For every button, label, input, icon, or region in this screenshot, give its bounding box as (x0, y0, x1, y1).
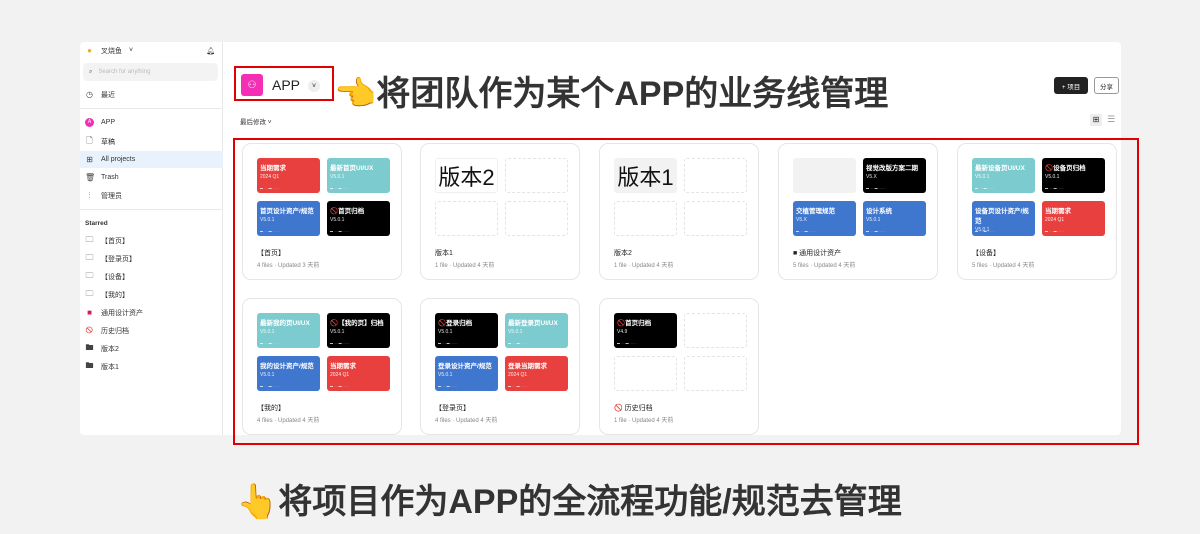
sidebar-item-admin[interactable]: ⫶ 管理员 (80, 187, 223, 204)
share-button[interactable]: 分享 (1094, 77, 1119, 94)
bell-icon[interactable]: 🔔︎ (206, 47, 215, 55)
grid-icon: ⊞ (86, 155, 93, 164)
sidebar-item-label: 历史归档 (101, 327, 129, 335)
folder-outline-icon: 🗀 (85, 288, 94, 298)
sidebar-item-label: 【我的】 (101, 291, 129, 299)
search-icon: ⌕ (89, 68, 93, 75)
folder-icon: 🖿 (85, 342, 94, 352)
starred-heading: Starred (80, 215, 223, 232)
prohibited-icon: 🚫 (85, 328, 94, 334)
workspace-name: 叉烧鱼 (101, 47, 122, 55)
folder-outline-icon: 🗀 (85, 252, 94, 262)
sidebar: ● 叉烧鱼 ˅ 🔔︎ ⌕ Search for anything ◷ 最近 A APP … (80, 42, 223, 435)
sidebar-item-recent[interactable]: ◷ 最近 (80, 86, 223, 103)
team-avatar-icon: A (85, 118, 94, 127)
sidebar-item-drafts[interactable]: 🗋 草稿 (80, 133, 223, 150)
team-switcher[interactable]: A APP (80, 114, 223, 131)
workspace-switcher[interactable]: ● 叉烧鱼 ˅ 🔔︎ (80, 42, 223, 59)
sidebar-starred-item[interactable]: ■ 通用设计资产 (80, 304, 223, 321)
sidebar-item-trash[interactable]: 🗑︎ Trash (80, 169, 223, 186)
sidebar-item-label: 【首页】 (101, 237, 129, 245)
sidebar-starred-item[interactable]: 🖿 版本2 (80, 340, 223, 357)
section-label: Starred (85, 220, 108, 227)
sidebar-item-label: 最近 (101, 91, 115, 99)
sidebar-item-label: 【登录页】 (101, 255, 136, 263)
sidebar-item-label: 草稿 (101, 138, 115, 146)
clock-icon: ◷ (86, 90, 93, 99)
file-icon: 🗋 (86, 135, 93, 145)
sort-dropdown[interactable]: 最后修改 ˅ (240, 116, 272, 126)
sidebar-starred-item[interactable]: 🖿 版本1 (80, 358, 223, 375)
sidebar-item-label: 通用设计资产 (101, 309, 143, 317)
highlight-box (233, 138, 1139, 445)
sidebar-item-label: 管理员 (101, 192, 122, 200)
annotation-top: 👈将团队作为某个APP的业务线管理 (334, 75, 889, 113)
red-square-icon: ■ (87, 308, 92, 317)
divider (80, 108, 223, 109)
list-view-icon[interactable]: ☰ (1107, 114, 1115, 125)
search-placeholder: Search for anything (98, 69, 151, 75)
sidebar-item-label: All projects (101, 156, 136, 163)
sidebar-item-label: 版本2 (101, 345, 119, 353)
folder-outline-icon: 🗀 (85, 270, 94, 280)
sidebar-item-label: 版本1 (101, 363, 119, 371)
new-project-button[interactable]: + 项目 (1054, 77, 1088, 94)
sidebar-starred-item[interactable]: 🗀 【首页】 (80, 232, 223, 249)
trash-icon: 🗑︎ (85, 173, 96, 182)
team-name: APP (101, 119, 116, 126)
sidebar-starred-item[interactable]: 🗀 【我的】 (80, 286, 223, 303)
grid-view-icon[interactable]: ⊞ (1090, 114, 1102, 126)
sidebar-starred-item[interactable]: 🚫 历史归档 (80, 322, 223, 339)
chevron-down-icon: ˅ (129, 47, 134, 54)
sidebar-starred-item[interactable]: 🗀 【登录页】 (80, 250, 223, 267)
search-input[interactable]: ⌕ Search for anything (83, 63, 218, 81)
sidebar-item-label: Trash (101, 174, 119, 181)
sidebar-starred-item[interactable]: 🗀 【设备】 (80, 268, 223, 285)
divider (80, 209, 223, 210)
annotation-bottom: 👆将项目作为APP的全流程功能/规范去管理 (236, 483, 902, 521)
folder-icon: 🖿 (85, 360, 94, 370)
folder-outline-icon: 🗀 (85, 234, 94, 244)
sidebar-item-label: 【设备】 (101, 273, 129, 281)
sliders-icon: ⫶ (88, 190, 91, 200)
highlight-box (234, 66, 334, 101)
workspace-logo-icon: ● (87, 46, 92, 55)
sidebar-item-all-projects[interactable]: ⊞ All projects (80, 151, 223, 168)
